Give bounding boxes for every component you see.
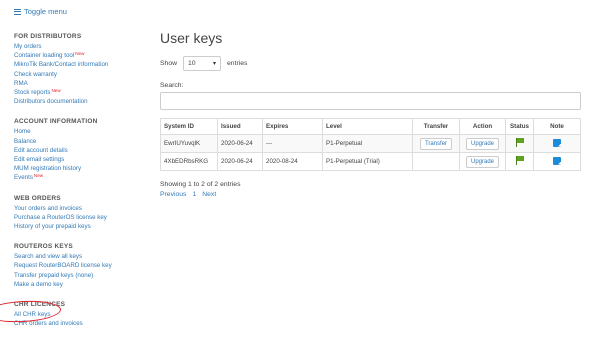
sidebar-link[interactable]: Your orders and invoices: [14, 204, 149, 213]
sidebar-link-label: Transfer prepaid keys (none): [14, 271, 94, 279]
sidebar: FOR DISTRIBUTORS My orders Container loadi…: [14, 33, 149, 328]
sidebar-link-label: Events: [14, 174, 33, 182]
cell-action: Upgrade: [459, 134, 506, 153]
sidebar-link[interactable]: Balance: [14, 137, 149, 146]
cell-expires: ---: [262, 134, 323, 153]
sidebar-link-label: Request RouterBOARD license key: [14, 262, 112, 270]
sidebar-link-label: RMA: [14, 79, 28, 87]
sidebar-link[interactable]: Purchase a RouterOS license key: [14, 213, 149, 222]
sidebar-link[interactable]: MikroTik Bank/Contact information: [14, 60, 149, 69]
chevron-down-icon: ▾: [213, 61, 217, 67]
column-header-note[interactable]: Note: [533, 118, 581, 135]
cell-issued: 2020-06-24: [217, 152, 263, 171]
sidebar-link[interactable]: Search and view all keys: [14, 252, 149, 261]
flag-icon[interactable]: [515, 156, 524, 165]
sidebar-link[interactable]: Check warranty: [14, 70, 149, 79]
sidebar-link[interactable]: Edit email settings: [14, 155, 149, 164]
next-page-link[interactable]: Next: [202, 191, 216, 198]
sidebar-link[interactable]: Container loading toolNew: [14, 51, 149, 60]
column-header-system-id[interactable]: System ID: [160, 118, 218, 135]
column-header-level[interactable]: Level: [322, 118, 413, 135]
cell-expires: 2020-08-24: [262, 152, 323, 171]
sidebar-link-label: MikroTik Bank/Contact information: [14, 61, 109, 69]
column-header-status[interactable]: Status: [505, 118, 534, 135]
entries-select-value: 10: [188, 60, 196, 67]
cell-note: [533, 134, 581, 153]
upgrade-button[interactable]: Upgrade: [465, 137, 499, 150]
cell-issued: 2020-06-24: [217, 134, 263, 153]
cell-system-id: EwrIUYuvqlK: [160, 134, 218, 153]
toggle-menu-button[interactable]: Toggle menu: [14, 7, 67, 16]
sidebar-link-label: Edit email settings: [14, 156, 65, 164]
sidebar-section-title: FOR DISTRIBUTORS: [14, 33, 82, 40]
cell-transfer: Transfer: [412, 134, 460, 153]
hamburger-icon: [14, 8, 21, 15]
page-title: User keys: [160, 30, 223, 46]
cell-level: P1-Perpetual: [322, 134, 413, 153]
search-label: Search:: [160, 82, 184, 89]
previous-page-link[interactable]: Previous: [160, 191, 186, 198]
column-header-expires[interactable]: Expires: [262, 118, 323, 135]
cell-action: Upgrade: [459, 152, 506, 171]
note-icon[interactable]: [553, 156, 561, 165]
table-row: 4XbEDRbsRKG 2020-06-24 2020-08-24 P1-Per…: [160, 152, 581, 171]
entries-label: entries: [227, 60, 248, 67]
sidebar-link-label: MUM registration history: [14, 165, 82, 173]
sidebar-link-label: Balance: [14, 137, 37, 145]
sidebar-link-label: My orders: [14, 43, 42, 50]
column-header-transfer[interactable]: Transfer: [412, 118, 460, 135]
sidebar-link[interactable]: Home: [14, 127, 149, 136]
toggle-menu-label: Toggle menu: [24, 7, 67, 16]
transfer-button[interactable]: Transfer: [419, 137, 453, 150]
upgrade-button[interactable]: Upgrade: [465, 155, 499, 168]
sidebar-link-label: Your orders and invoices: [14, 204, 82, 212]
cell-status: [505, 134, 534, 153]
sidebar-link-label: Search and view all keys: [14, 253, 83, 261]
sidebar-link[interactable]: Transfer prepaid keys (none): [14, 271, 149, 280]
sidebar-link[interactable]: Stock reportsNew: [14, 88, 149, 97]
sidebar-link-label: Make a demo key: [14, 280, 63, 288]
sidebar-link[interactable]: Request RouterBOARD license key: [14, 261, 149, 270]
cell-transfer: [412, 152, 460, 171]
sidebar-link[interactable]: Edit account details: [14, 146, 149, 155]
new-badge: New: [75, 50, 85, 56]
sidebar-section-title: ACCOUNT INFORMATION: [14, 118, 98, 126]
column-header-issued[interactable]: Issued: [217, 118, 263, 135]
keys-table: System ID Issued Expires Level Transfer …: [160, 118, 581, 171]
sidebar-section-title: ROUTEROS KEYS: [14, 243, 73, 251]
pagination: Previous 1 Next: [160, 191, 216, 198]
sidebar-link[interactable]: My orders: [14, 42, 149, 51]
flag-icon[interactable]: [515, 138, 524, 147]
sidebar-link[interactable]: History of your prepaid keys: [14, 222, 149, 231]
cell-note: [533, 152, 581, 171]
new-badge: New: [51, 87, 61, 93]
sidebar-link[interactable]: Distributors documentation: [14, 97, 149, 106]
table-info: Showing 1 to 2 of 2 entries: [160, 181, 241, 188]
entries-length-control: Show 10 ▾ entries: [160, 56, 247, 71]
sidebar-link[interactable]: Make a demo key: [14, 280, 149, 289]
entries-select[interactable]: 10 ▾: [183, 56, 222, 71]
page-1-link[interactable]: 1: [192, 191, 196, 198]
new-badge: New: [33, 172, 44, 178]
sidebar-link[interactable]: EventsNew: [14, 173, 149, 182]
search-input[interactable]: [160, 92, 581, 110]
note-icon[interactable]: [553, 138, 561, 147]
table-row: EwrIUYuvqlK 2020-06-24 --- P1-Perpetual …: [160, 134, 581, 153]
sidebar-link-label: History of your prepaid keys: [14, 223, 91, 231]
sidebar-link-label: Edit account details: [14, 146, 68, 154]
sidebar-section-title: WEB ORDERS: [14, 194, 61, 202]
sidebar-link-label: Purchase a RouterOS license key: [14, 213, 107, 221]
sidebar-link[interactable]: RMA: [14, 79, 149, 88]
sidebar-link-label: Container loading tool: [14, 52, 75, 60]
table-header-row: System ID Issued Expires Level Transfer …: [160, 118, 581, 135]
column-header-action[interactable]: Action: [459, 118, 506, 135]
sidebar-link-label: Distributors documentation: [14, 98, 88, 106]
sidebar-link-label: Stock reports: [14, 89, 51, 97]
show-label: Show: [160, 60, 178, 67]
cell-level: P1-Perpetual (Trial): [322, 152, 413, 171]
cell-status: [505, 152, 534, 171]
sidebar-link-label: Home: [14, 128, 31, 136]
cell-system-id: 4XbEDRbsRKG: [160, 152, 218, 171]
sidebar-link-label: Check warranty: [14, 70, 57, 78]
